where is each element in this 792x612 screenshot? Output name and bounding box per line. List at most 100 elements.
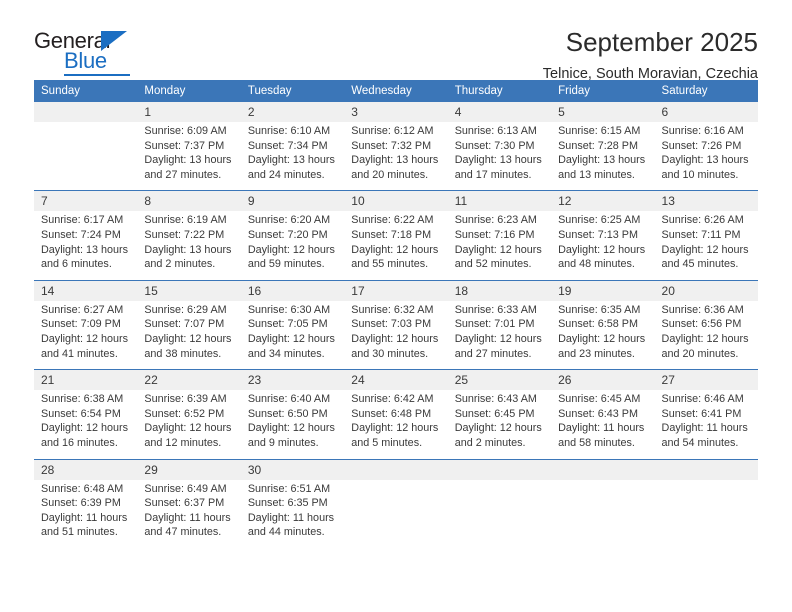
- day-info-line: Sunrise: 6:15 AM: [558, 125, 641, 137]
- day-info-line: Sunrise: 6:16 AM: [661, 125, 744, 137]
- day-number[interactable]: 10: [344, 190, 448, 212]
- day-number[interactable]: 12: [551, 190, 655, 212]
- day-info-line: Sunset: 7:03 PM: [351, 318, 432, 331]
- week-detail-row: Sunrise: 6:38 AM Sunset: 6:54 PM Daylight:…: [34, 390, 758, 459]
- day-info-line: and 44 minutes.: [247, 526, 325, 539]
- day-info-line: and 48 minutes.: [558, 258, 635, 271]
- day-cell[interactable]: Sunrise: 6:51 AM Sunset: 6:35 PM Daylight:…: [240, 479, 345, 548]
- day-cell[interactable]: Sunrise: 6:23 AM Sunset: 7:16 PM Daylight:…: [447, 211, 552, 281]
- day-number[interactable]: 20: [654, 279, 758, 301]
- day-info-line: Sunset: 7:07 PM: [144, 318, 225, 331]
- day-cell[interactable]: Sunrise: 6:12 AM Sunset: 7:32 PM Daylight:…: [344, 122, 448, 191]
- day-number[interactable]: 18: [447, 279, 552, 301]
- day-number[interactable]: 2: [240, 102, 345, 122]
- day-cell[interactable]: Sunrise: 6:10 AM Sunset: 7:34 PM Daylight:…: [240, 122, 345, 191]
- day-info-line: Sunset: 7:16 PM: [454, 228, 535, 241]
- day-cell[interactable]: Sunrise: 6:45 AM Sunset: 6:43 PM Daylight:…: [551, 390, 655, 459]
- day-number[interactable]: 25: [447, 369, 552, 391]
- day-info-line: and 17 minutes.: [454, 168, 532, 181]
- day-cell[interactable]: Sunrise: 6:17 AM Sunset: 7:24 PM Daylight:…: [34, 211, 138, 281]
- day-number[interactable]: 6: [654, 102, 758, 122]
- day-cell[interactable]: Sunrise: 6:30 AM Sunset: 7:05 PM Daylight:…: [240, 300, 345, 370]
- day-number[interactable]: 30: [240, 458, 345, 480]
- day-cell[interactable]: Sunrise: 6:39 AM Sunset: 6:52 PM Daylight:…: [137, 390, 241, 459]
- day-info-line: Sunrise: 6:40 AM: [247, 393, 331, 406]
- day-cell[interactable]: Sunrise: 6:43 AM Sunset: 6:45 PM Daylight:…: [447, 390, 552, 459]
- logo-underline: [64, 74, 130, 76]
- day-cell[interactable]: Sunrise: 6:49 AM Sunset: 6:37 PM Daylight:…: [137, 479, 241, 548]
- day-number[interactable]: 7: [34, 190, 138, 212]
- day-cell[interactable]: Sunrise: 6:32 AM Sunset: 7:03 PM Daylight:…: [344, 300, 448, 370]
- day-number[interactable]: 16: [240, 279, 345, 301]
- day-number[interactable]: 24: [344, 369, 448, 391]
- day-info-line: Daylight: 12 hours: [247, 243, 335, 256]
- day-number[interactable]: 1: [137, 102, 241, 122]
- day-cell[interactable]: Sunrise: 6:13 AM Sunset: 7:30 PM Daylight:…: [447, 122, 552, 191]
- empty-day-cell: [344, 479, 448, 548]
- day-cell[interactable]: Sunrise: 6:15 AM Sunset: 7:28 PM Daylight:…: [551, 122, 655, 191]
- day-cell[interactable]: Sunrise: 6:19 AM Sunset: 7:22 PM Daylight:…: [137, 211, 241, 281]
- day-info-line: Sunset: 6:39 PM: [41, 497, 121, 510]
- day-number[interactable]: 29: [137, 458, 241, 480]
- weekday-header-sunday: Sunday: [34, 80, 138, 102]
- day-cell[interactable]: Sunrise: 6:27 AM Sunset: 7:09 PM Daylight:…: [34, 300, 138, 370]
- day-info-line: Sunset: 7:20 PM: [247, 228, 328, 241]
- day-info-line: and 52 minutes.: [454, 258, 532, 271]
- day-number[interactable]: 17: [344, 279, 448, 301]
- day-info-line: Daylight: 12 hours: [661, 243, 749, 256]
- day-number[interactable]: 28: [34, 458, 138, 480]
- day-cell[interactable]: Sunrise: 6:42 AM Sunset: 6:48 PM Daylight:…: [344, 390, 448, 459]
- day-number[interactable]: 27: [654, 369, 758, 391]
- day-info-line: Sunset: 6:50 PM: [247, 407, 328, 420]
- day-info-line: and 5 minutes.: [351, 436, 423, 449]
- day-number[interactable]: 19: [551, 279, 655, 301]
- day-cell[interactable]: Sunrise: 6:16 AM Sunset: 7:26 PM Daylight:…: [654, 122, 758, 191]
- day-number[interactable]: 23: [240, 369, 345, 391]
- day-number[interactable]: 14: [34, 279, 138, 301]
- day-info-line: Sunset: 7:18 PM: [351, 228, 432, 241]
- week-number-row: 28 29 30: [34, 458, 758, 480]
- day-info-line: Daylight: 13 hours: [351, 154, 439, 167]
- day-number[interactable]: 13: [654, 190, 758, 212]
- day-number[interactable]: 4: [447, 102, 552, 122]
- day-cell[interactable]: Sunrise: 6:33 AM Sunset: 7:01 PM Daylight:…: [447, 300, 552, 370]
- day-info-line: and 24 minutes.: [247, 168, 325, 181]
- day-cell[interactable]: Sunrise: 6:29 AM Sunset: 7:07 PM Daylight:…: [137, 300, 241, 370]
- day-info-line: Sunset: 7:32 PM: [351, 139, 432, 152]
- day-cell[interactable]: Sunrise: 6:38 AM Sunset: 6:54 PM Daylight:…: [34, 390, 138, 459]
- day-info-line: Sunset: 6:41 PM: [661, 407, 742, 420]
- day-cell[interactable]: Sunrise: 6:25 AM Sunset: 7:13 PM Daylight:…: [551, 211, 655, 281]
- day-cell[interactable]: Sunrise: 6:48 AM Sunset: 6:39 PM Daylight:…: [34, 479, 138, 548]
- day-cell[interactable]: Sunrise: 6:40 AM Sunset: 6:50 PM Daylight:…: [240, 390, 345, 459]
- day-cell[interactable]: Sunrise: 6:09 AM Sunset: 7:37 PM Daylight:…: [137, 122, 241, 191]
- day-info-line: Sunrise: 6:38 AM: [41, 393, 124, 406]
- day-number[interactable]: 5: [551, 102, 655, 122]
- day-info-line: and 55 minutes.: [351, 258, 429, 271]
- day-number[interactable]: 3: [344, 102, 448, 122]
- day-info-line: Daylight: 12 hours: [558, 332, 646, 345]
- day-cell[interactable]: Sunrise: 6:22 AM Sunset: 7:18 PM Daylight:…: [344, 211, 448, 281]
- day-number[interactable]: 9: [240, 190, 345, 212]
- day-cell[interactable]: Sunrise: 6:36 AM Sunset: 6:56 PM Daylight:…: [654, 300, 758, 370]
- day-number[interactable]: 26: [551, 369, 655, 391]
- calendar-body: 1 2 3 4 5 6 Sunrise: 6:09 AM Sunset: 7:37 PM Day…: [34, 102, 758, 548]
- day-info-line: Daylight: 12 hours: [454, 422, 542, 435]
- empty-day-number: [654, 458, 758, 480]
- day-info-line: and 2 minutes.: [454, 436, 526, 449]
- day-info-line: and 12 minutes.: [144, 436, 222, 449]
- day-info-line: Daylight: 12 hours: [144, 422, 232, 435]
- day-number[interactable]: 11: [447, 190, 552, 212]
- day-number[interactable]: 8: [137, 190, 241, 212]
- general-blue-logo: General Blue: [34, 26, 154, 78]
- day-number[interactable]: 21: [34, 369, 138, 391]
- day-number[interactable]: 22: [137, 369, 241, 391]
- day-cell[interactable]: Sunrise: 6:20 AM Sunset: 7:20 PM Daylight:…: [240, 211, 345, 281]
- day-info-line: Sunrise: 6:36 AM: [661, 303, 744, 316]
- day-number[interactable]: 15: [137, 279, 241, 301]
- day-cell[interactable]: Sunrise: 6:35 AM Sunset: 6:58 PM Daylight:…: [551, 300, 655, 370]
- day-cell[interactable]: Sunrise: 6:46 AM Sunset: 6:41 PM Daylight:…: [654, 390, 758, 459]
- day-info-line: Sunrise: 6:51 AM: [247, 482, 331, 495]
- day-cell[interactable]: Sunrise: 6:26 AM Sunset: 7:11 PM Daylight:…: [654, 211, 758, 281]
- day-info-line: and 51 minutes.: [41, 526, 118, 539]
- day-info-line: and 45 minutes.: [661, 258, 739, 271]
